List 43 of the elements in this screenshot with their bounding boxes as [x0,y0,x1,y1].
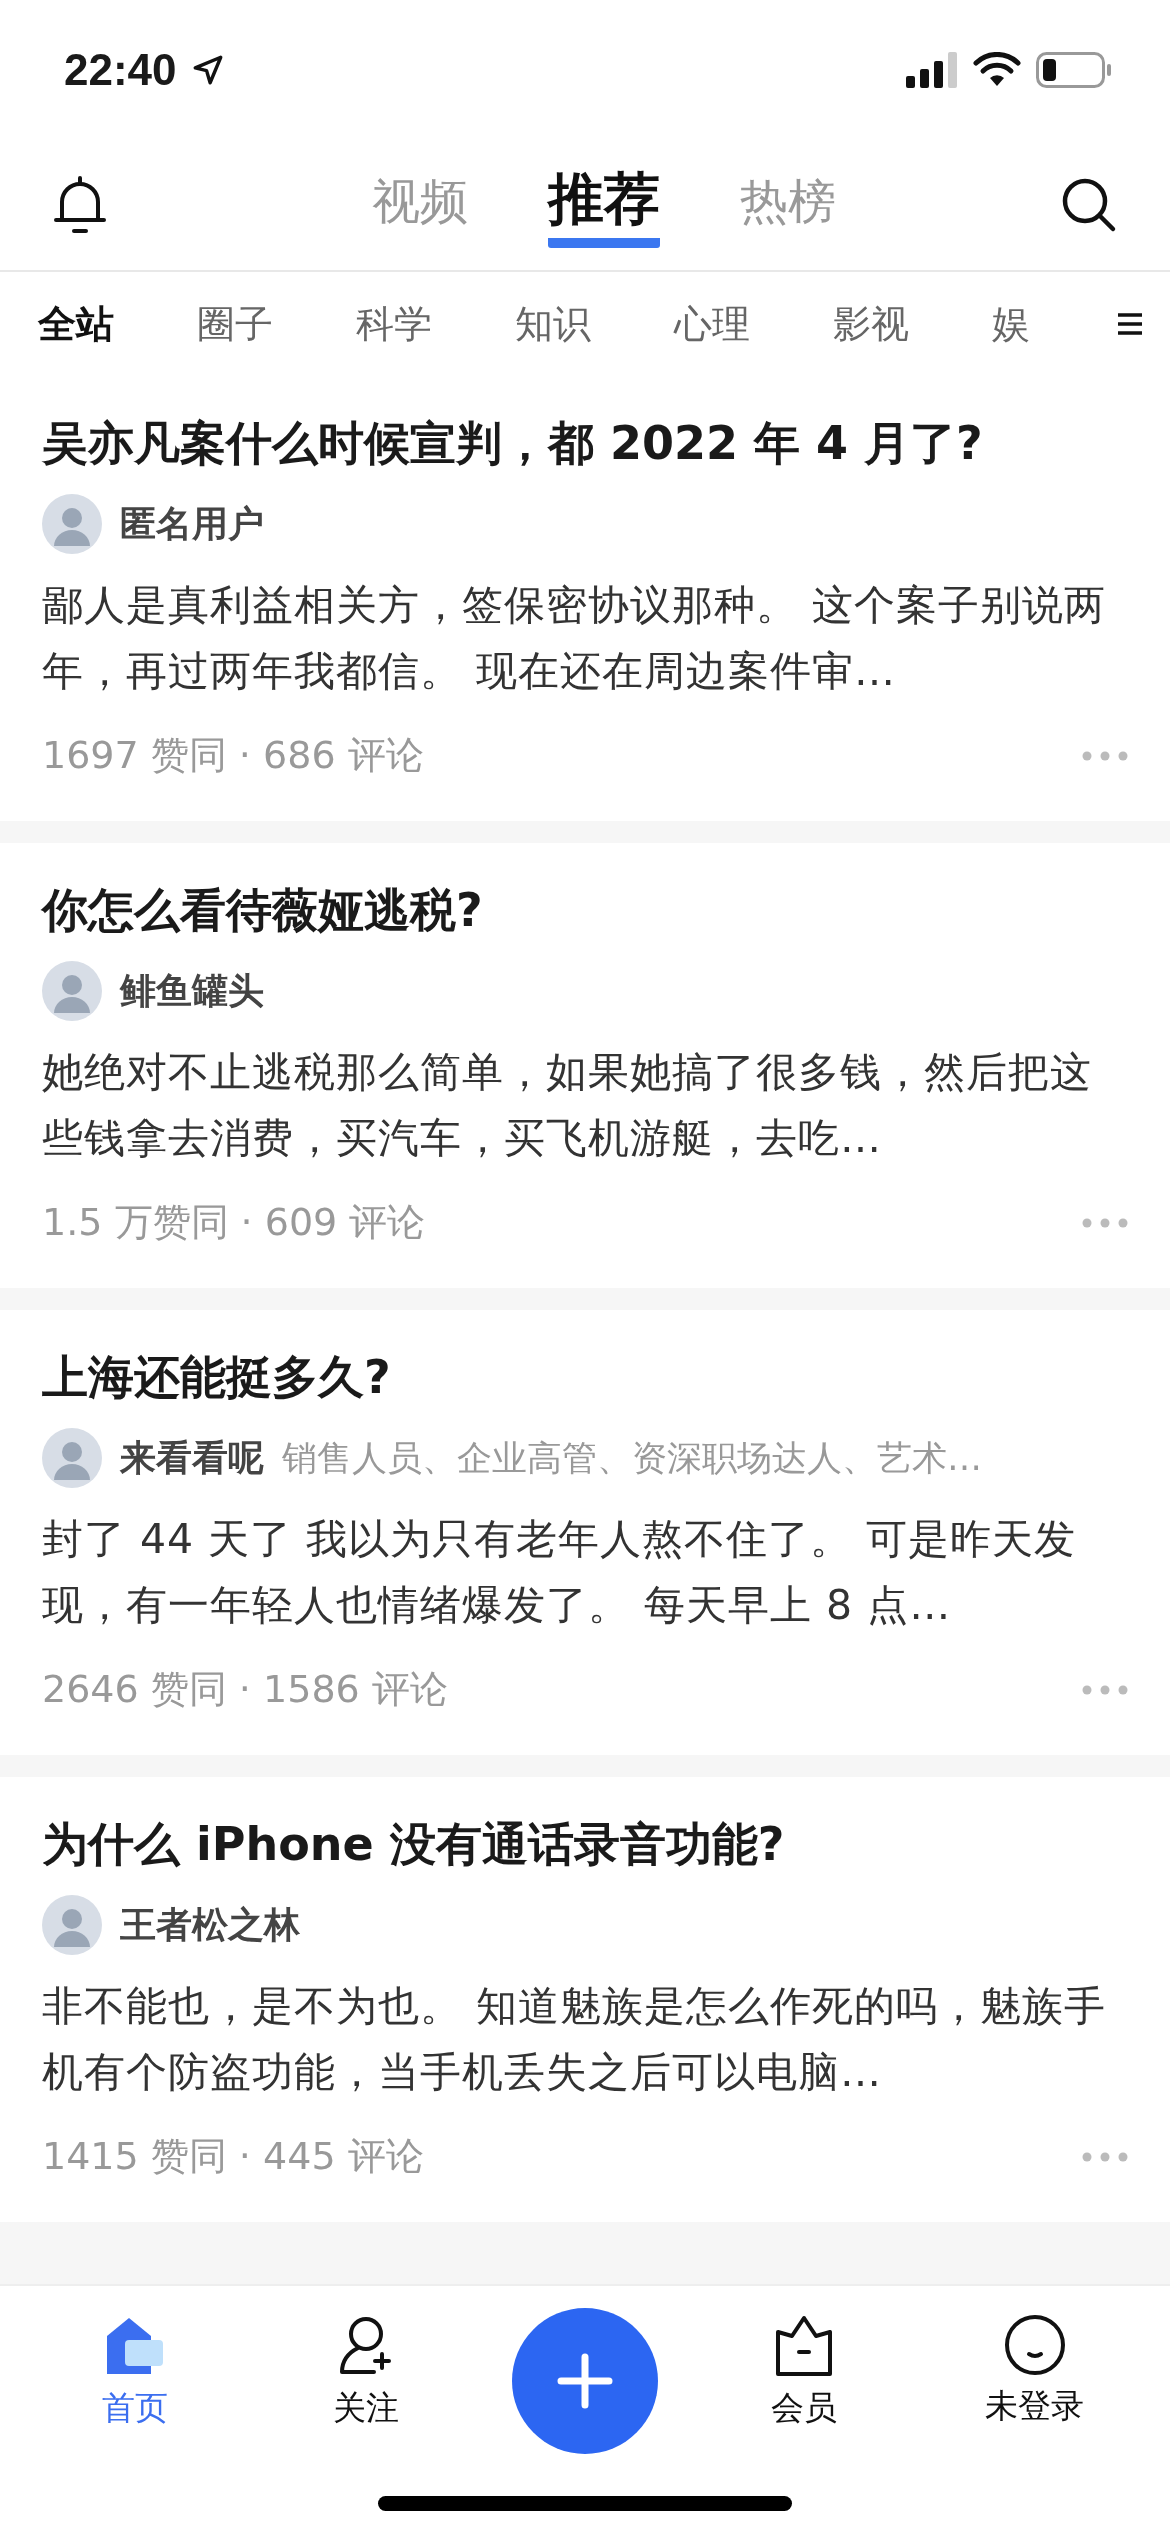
author-name[interactable]: 鲱鱼罐头 [120,966,264,1016]
category-tab[interactable]: 圈子 [197,298,356,350]
battery-icon [1036,52,1112,88]
crown-box-icon [773,2314,834,2378]
author-name[interactable]: 王者松之林 [120,1900,300,1950]
answer-excerpt[interactable]: 非不能也，是不为也。 知道魅族是怎么作死的吗，魅族手机有个防盗功能，当手机丢失之后可以电脑… [42,1973,1128,2105]
answer-excerpt[interactable]: 封了 44 天了 我以为只有老年人熬不住了。 可是昨天发现，有一年轻人也情绪爆发了。 每天早上 8 点… [42,1506,1128,1638]
category-tab[interactable]: 全站 [38,298,197,350]
notification-bell-icon[interactable] [52,174,108,236]
answer-excerpt[interactable]: 鄙人是真利益相关方，签保密协议那种。 这个案子别说两年，再过两年我都信。 现在还在周边案件审… [42,572,1128,704]
avatar [42,1428,102,1488]
menu-icon[interactable] [1116,312,1144,336]
signal-icon [906,52,958,88]
question-title[interactable]: 你怎么看待薇娅逃税? [42,877,1128,943]
nav-tab[interactable]: 会员 [718,2314,889,2431]
category-tab[interactable]: 知识 [515,298,674,350]
category-tab[interactable]: 心理 [674,298,833,350]
category-tab[interactable]: 科学 [356,298,515,350]
answer-stats: 1697 赞同 · 686 评论 [42,732,424,779]
avatar [42,1895,102,1955]
wifi-icon [972,52,1022,88]
nav-tab[interactable]: 关注 [281,2314,452,2431]
author-name[interactable]: 匿名用户 [120,499,264,549]
search-icon[interactable] [1060,176,1118,234]
answer-stats: 2646 赞同 · 1586 评论 [42,1666,448,1713]
avatar [42,961,102,1021]
category-tab[interactable]: 娱 [992,298,1030,350]
nav-tab[interactable]: 首页 [50,2314,221,2431]
nav-tab[interactable]: 未登录 [949,2314,1120,2429]
question-title[interactable]: 为什么 iPhone 没有通话录音功能? [42,1811,1128,1877]
answer-stats: 1.5 万赞同 · 609 评论 [42,1199,426,1246]
author-tagline: 销售人员、企业高管、资深职场达人、艺术… [282,1436,982,1480]
question-title[interactable]: 上海还能挺多久? [42,1344,1128,1410]
avatar [42,494,102,554]
category-tab[interactable]: 影视 [833,298,992,350]
answer-excerpt[interactable]: 她绝对不止逃税那么简单，如果她搞了很多钱，然后把这些钱拿去消费，买汽车，买飞机游艇，去吃… [42,1039,1128,1171]
question-title[interactable]: 吴亦凡案什么时候宣判，都 2022 年 4 月了? [42,410,1128,476]
author-name[interactable]: 来看看呢 [120,1433,264,1483]
answer-stats: 1415 赞同 · 445 评论 [42,2133,424,2180]
plus-icon [557,2353,613,2409]
status-time: 22:40 [64,45,177,95]
smiley-face-icon [1003,2314,1066,2376]
feed-tab[interactable]: 推荐 [548,162,660,248]
